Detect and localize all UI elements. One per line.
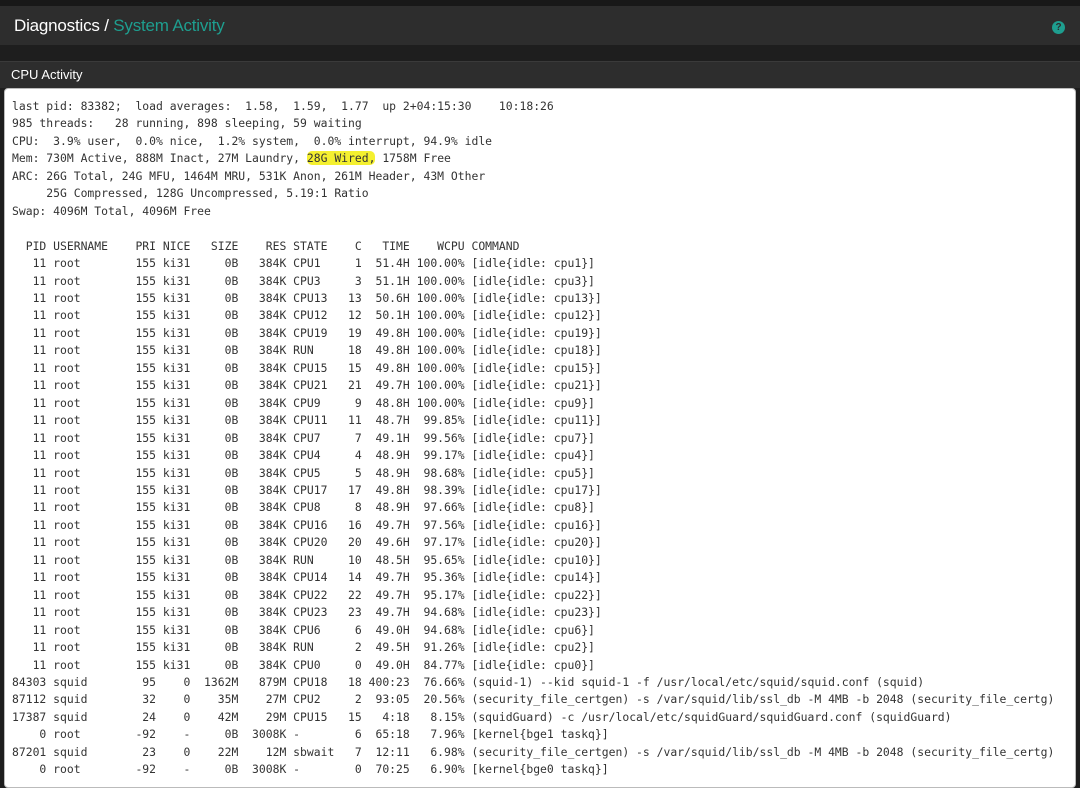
process-table-header: PID USERNAME PRI NICE SIZE RES STATE C T…	[12, 238, 520, 253]
process-row: 11 root 155 ki31 0B 384K CPU11 11 48.7H …	[12, 413, 602, 428]
process-row: 11 root 155 ki31 0B 384K CPU3 3 51.1H 10…	[12, 273, 595, 288]
summary-line: 25G Compressed, 128G Uncompressed, 5.19:…	[12, 186, 369, 201]
mem-before: Mem: 730M Active, 888M Inact, 27M Laundr…	[12, 151, 307, 166]
process-row: 0 root -92 - 0B 3008K - 6 65:18 7.96% [k…	[12, 727, 609, 742]
process-row: 11 root 155 ki31 0B 384K CPU6 6 49.0H 94…	[12, 622, 595, 637]
process-row: 84303 squid 95 0 1362M 879M CPU18 18 400…	[12, 674, 925, 689]
process-row: 11 root 155 ki31 0B 384K CPU1 1 51.4H 10…	[12, 256, 595, 271]
process-row: 11 root 155 ki31 0B 384K CPU20 20 49.6H …	[12, 535, 602, 550]
summary-line: ARC: 26G Total, 24G MFU, 1464M MRU, 531K…	[12, 168, 486, 183]
process-row: 11 root 155 ki31 0B 384K CPU22 22 49.7H …	[12, 587, 602, 602]
process-row: 11 root 155 ki31 0B 384K RUN 18 49.8H 10…	[12, 343, 602, 358]
summary-line: 985 threads: 28 running, 898 sleeping, 5…	[12, 116, 362, 131]
top-output-panel: last pid: 83382; load averages: 1.58, 1.…	[4, 88, 1076, 788]
process-row: 11 root 155 ki31 0B 384K CPU13 13 50.6H …	[12, 290, 602, 305]
top-output: last pid: 83382; load averages: 1.58, 1.…	[12, 98, 1054, 779]
process-row: 11 root 155 ki31 0B 384K RUN 10 48.5H 95…	[12, 552, 602, 567]
process-row: 11 root 155 ki31 0B 384K CPU21 21 49.7H …	[12, 378, 602, 393]
process-row: 11 root 155 ki31 0B 384K CPU9 9 48.8H 10…	[12, 395, 595, 410]
process-row: 87112 squid 32 0 35M 27M CPU2 2 93:05 20…	[12, 692, 1055, 707]
process-row: 11 root 155 ki31 0B 384K CPU12 12 50.1H …	[12, 308, 602, 323]
breadcrumb: Diagnostics / System Activity	[14, 16, 225, 36]
process-row: 11 root 155 ki31 0B 384K CPU16 16 49.7H …	[12, 517, 602, 532]
breadcrumb-parent[interactable]: Diagnostics	[14, 16, 100, 35]
page-header: Diagnostics / System Activity ?	[0, 6, 1080, 45]
process-row: 11 root 155 ki31 0B 384K CPU17 17 49.8H …	[12, 482, 602, 497]
breadcrumb-separator: /	[99, 16, 114, 35]
summary-line: Swap: 4096M Total, 4096M Free	[12, 203, 211, 218]
process-row: 11 root 155 ki31 0B 384K CPU14 14 49.7H …	[12, 570, 602, 585]
help-icon[interactable]: ?	[1052, 21, 1065, 34]
process-row: 11 root 155 ki31 0B 384K CPU5 5 48.9H 98…	[12, 465, 595, 480]
mem-line: Mem: 730M Active, 888M Inact, 27M Laundr…	[12, 151, 451, 166]
summary-line: CPU: 3.9% user, 0.0% nice, 1.2% system, …	[12, 133, 493, 148]
process-row: 11 root 155 ki31 0B 384K CPU19 19 49.8H …	[12, 325, 602, 340]
process-row: 11 root 155 ki31 0B 384K CPU7 7 49.1H 99…	[12, 430, 595, 445]
process-row: 11 root 155 ki31 0B 384K CPU15 15 49.8H …	[12, 360, 602, 375]
process-row: 11 root 155 ki31 0B 384K CPU0 0 49.0H 84…	[12, 657, 595, 672]
mem-highlight: 28G Wired,	[306, 151, 376, 166]
process-row: 0 root -92 - 0B 3008K - 0 70:25 6.90% [k…	[12, 762, 609, 777]
summary-line: last pid: 83382; load averages: 1.58, 1.…	[12, 99, 554, 113]
panel-header: CPU Activity	[0, 61, 1080, 88]
process-row: 17387 squid 24 0 42M 29M CPU15 15 4:18 8…	[12, 709, 952, 724]
process-row: 11 root 155 ki31 0B 384K CPU8 8 48.9H 97…	[12, 500, 595, 515]
panel-title: CPU Activity	[11, 67, 83, 82]
process-row: 87201 squid 23 0 22M 12M sbwait 7 12:11 …	[12, 744, 1055, 759]
process-row: 11 root 155 ki31 0B 384K CPU4 4 48.9H 99…	[12, 448, 595, 463]
process-row: 11 root 155 ki31 0B 384K CPU23 23 49.7H …	[12, 605, 602, 620]
process-row: 11 root 155 ki31 0B 384K RUN 2 49.5H 91.…	[12, 640, 595, 655]
mem-after: 1758M Free	[375, 151, 451, 166]
breadcrumb-current[interactable]: System Activity	[113, 16, 225, 35]
